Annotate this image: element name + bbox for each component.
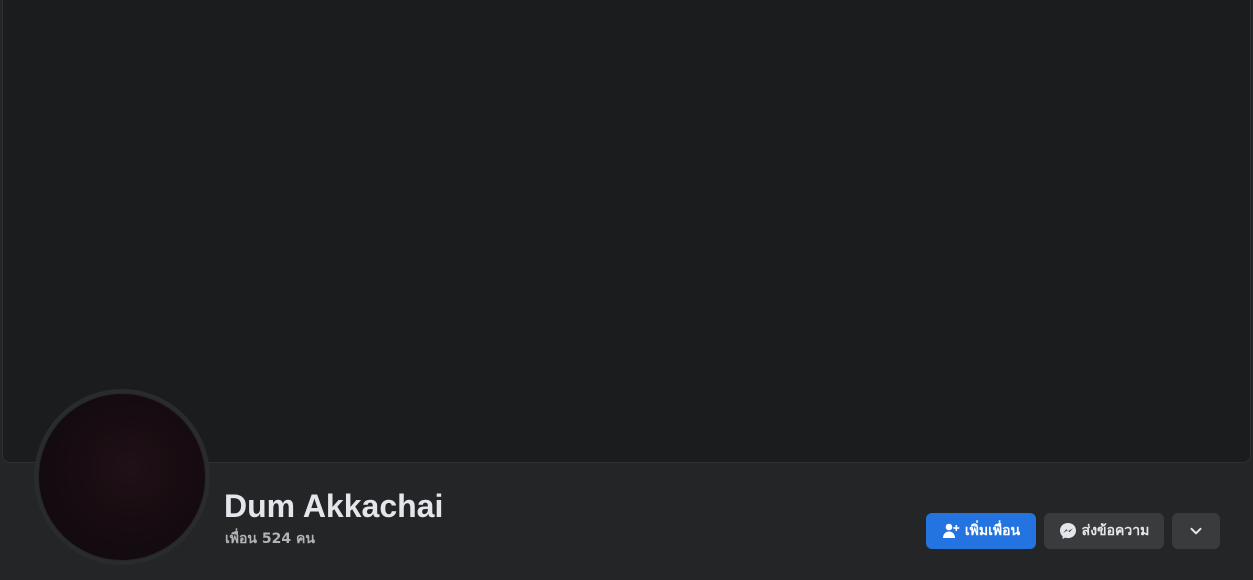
add-friend-icon: [942, 522, 960, 540]
add-friend-label: เพิ่มเพื่อน: [964, 523, 1021, 539]
profile-name: Dum Akkachai: [224, 488, 444, 524]
messenger-icon: [1059, 522, 1077, 540]
cover-photo[interactable]: [2, 0, 1251, 463]
profile-picture[interactable]: [39, 394, 205, 560]
add-friend-button[interactable]: เพิ่มเพื่อน: [926, 513, 1036, 549]
send-message-label: ส่งข้อความ: [1081, 523, 1150, 539]
chevron-down-icon: [1187, 522, 1205, 540]
friends-count-link[interactable]: เพื่อน 524 คน: [225, 529, 315, 549]
profile-header: Dum Akkachai เพื่อน 524 คน เพิ่มเพื่อน ส…: [0, 0, 1253, 580]
more-options-button[interactable]: [1172, 513, 1220, 549]
profile-picture-frame[interactable]: [34, 389, 210, 565]
send-message-button[interactable]: ส่งข้อความ: [1044, 513, 1164, 549]
